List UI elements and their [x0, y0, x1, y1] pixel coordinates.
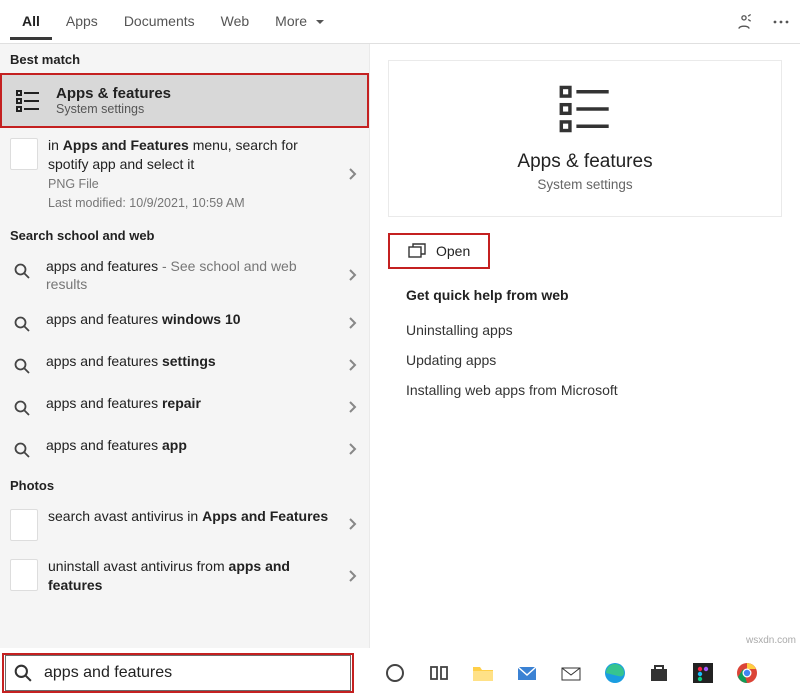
file-explorer-icon[interactable] — [472, 662, 494, 684]
web-result-item[interactable]: apps and features windows 10 — [0, 302, 369, 344]
file-result-modified: Last modified: 10/9/2021, 10:59 AM — [48, 195, 335, 212]
details-title: Apps & features — [399, 151, 771, 173]
chevron-right-icon[interactable] — [347, 569, 357, 583]
tab-list: All Apps Documents Web More — [10, 3, 337, 40]
web-result-item[interactable]: apps and features settings — [0, 344, 369, 386]
tab-documents[interactable]: Documents — [112, 3, 207, 40]
chevron-right-icon[interactable] — [347, 442, 357, 456]
photo-thumbnail-icon — [10, 559, 38, 591]
cortana-icon[interactable] — [384, 662, 406, 684]
open-label: Open — [436, 243, 470, 259]
best-match-item[interactable]: Apps & features System settings — [0, 73, 369, 128]
web-result-item[interactable]: apps and features - See school and web r… — [0, 249, 369, 303]
search-icon — [10, 438, 34, 462]
photo-thumbnail-icon — [10, 509, 38, 541]
search-scope-tabs: All Apps Documents Web More — [0, 0, 800, 44]
tab-more[interactable]: More — [263, 3, 337, 40]
quick-help-link[interactable]: Installing web apps from Microsoft — [406, 375, 764, 405]
envelope-icon[interactable] — [560, 662, 582, 684]
file-thumbnail-icon — [10, 138, 38, 170]
chevron-down-icon — [315, 18, 325, 26]
list-settings-icon — [14, 87, 42, 115]
tab-apps[interactable]: Apps — [54, 3, 110, 40]
search-icon — [10, 396, 34, 420]
quick-help-title: Get quick help from web — [406, 287, 764, 303]
web-result-item[interactable]: apps and features repair — [0, 386, 369, 428]
task-view-icon[interactable] — [428, 662, 450, 684]
details-subtitle: System settings — [399, 177, 771, 192]
chrome-icon[interactable] — [736, 662, 758, 684]
details-pane: Apps & features System settings Open Get… — [370, 44, 800, 648]
details-card: Apps & features System settings — [388, 60, 782, 217]
chevron-right-icon[interactable] — [347, 517, 357, 531]
chevron-right-icon[interactable] — [347, 167, 357, 181]
quick-help-section: Get quick help from web Uninstalling app… — [370, 277, 800, 415]
file-result-pre: in — [48, 137, 63, 153]
section-best-match: Best match — [0, 44, 369, 73]
chevron-right-icon[interactable] — [347, 268, 357, 282]
search-icon — [10, 354, 34, 378]
tab-all[interactable]: All — [10, 3, 52, 40]
file-result-item[interactable]: in Apps and Features menu, search for sp… — [0, 128, 369, 220]
results-list: Best match Apps & features System settin… — [0, 44, 370, 648]
photo-result-item[interactable]: search avast antivirus in Apps and Featu… — [0, 499, 369, 549]
search-icon — [10, 259, 34, 283]
photo-result-item[interactable]: uninstall avast antivirus from apps and … — [0, 549, 369, 603]
search-input[interactable] — [40, 664, 350, 682]
section-search-web: Search school and web — [0, 220, 369, 249]
chevron-right-icon[interactable] — [347, 400, 357, 414]
quick-help-link[interactable]: Uninstalling apps — [406, 315, 764, 345]
section-photos: Photos — [0, 470, 369, 499]
store-icon[interactable] — [648, 662, 670, 684]
web-result-item[interactable]: apps and features app — [0, 428, 369, 470]
search-box-highlight — [2, 653, 354, 693]
best-match-subtitle: System settings — [56, 102, 171, 116]
mail-app-icon[interactable] — [516, 662, 538, 684]
quick-help-link[interactable]: Updating apps — [406, 345, 764, 375]
list-settings-icon-large — [399, 81, 771, 137]
file-result-type: PNG File — [48, 176, 335, 193]
file-result-bold: Apps and Features — [63, 137, 189, 153]
more-icon[interactable] — [772, 13, 790, 31]
tab-web[interactable]: Web — [209, 3, 262, 40]
search-icon — [10, 312, 34, 336]
taskbar — [0, 648, 800, 698]
open-icon — [408, 243, 426, 259]
search-icon — [6, 664, 40, 682]
best-match-title: Apps & features — [56, 85, 171, 102]
figma-icon[interactable] — [692, 662, 714, 684]
open-button[interactable]: Open — [388, 233, 490, 269]
chevron-right-icon[interactable] — [347, 316, 357, 330]
feedback-icon[interactable] — [734, 12, 754, 32]
tab-more-label: More — [275, 13, 307, 29]
watermark-text: wsxdn.com — [746, 635, 796, 646]
edge-icon[interactable] — [604, 662, 626, 684]
chevron-right-icon[interactable] — [347, 358, 357, 372]
